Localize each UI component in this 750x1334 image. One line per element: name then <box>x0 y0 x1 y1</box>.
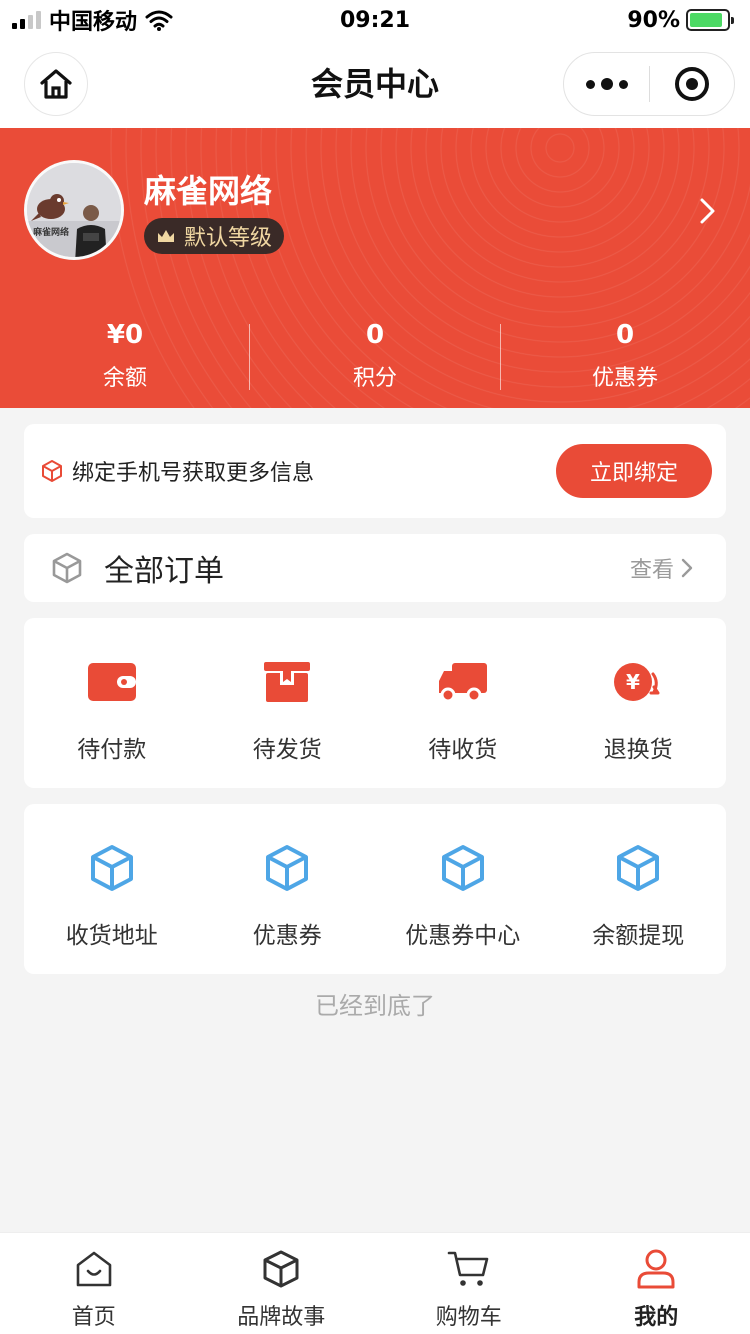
all-orders-row[interactable]: 全部订单 查看 <box>24 534 726 602</box>
service-address[interactable]: 收货地址 <box>24 804 200 974</box>
more-dot-icon <box>585 79 595 89</box>
battery-percent: 90% <box>627 7 680 33</box>
service-coupons[interactable]: 优惠券 <box>200 804 376 974</box>
cube-icon <box>610 840 666 896</box>
avatar[interactable]: 麻雀网络 <box>24 160 124 260</box>
services-grid: 收货地址 优惠券 优惠券中心 余额提现 <box>24 804 726 974</box>
truck-icon <box>435 654 491 710</box>
cube-icon <box>42 460 62 482</box>
all-orders-title: 全部订单 <box>50 534 224 602</box>
bind-phone-text: 绑定手机号获取更多信息 <box>72 461 315 486</box>
stat-points[interactable]: 0 积分 <box>250 318 500 394</box>
stat-label: 积分 <box>352 366 397 391</box>
stat-value: 0 <box>615 320 635 350</box>
stat-value: 0 <box>365 320 385 350</box>
home-icon <box>40 69 72 99</box>
nav-bar: 会员中心 <box>0 40 750 128</box>
stat-value: ¥0 <box>106 320 144 350</box>
tab-label: 购物车 <box>435 1305 502 1330</box>
order-status-refund[interactable]: ¥ 退换货 <box>551 618 727 788</box>
cube-icon <box>435 840 491 896</box>
status-left: 中国移动 <box>12 4 173 36</box>
service-withdraw[interactable]: 余额提现 <box>551 804 727 974</box>
chevron-right-icon[interactable] <box>696 196 720 226</box>
stat-label: 余额 <box>102 366 147 391</box>
wifi-icon <box>145 10 173 31</box>
service-label: 余额提现 <box>592 923 685 949</box>
order-status-label: 待收货 <box>428 737 498 763</box>
order-status-label: 待发货 <box>252 737 322 763</box>
status-bar: 中国移动 09:21 90% <box>0 0 750 40</box>
service-coupon-center[interactable]: 优惠券中心 <box>375 804 551 974</box>
battery-icon <box>686 9 734 31</box>
status-right: 90% <box>627 7 734 33</box>
bind-phone-card: 绑定手机号获取更多信息 立即绑定 <box>24 424 726 518</box>
tab-brand-story[interactable]: 品牌故事 <box>188 1233 376 1333</box>
user-icon <box>634 1247 678 1291</box>
cube-icon <box>259 840 315 896</box>
tab-label: 品牌故事 <box>237 1305 326 1330</box>
svg-text:¥: ¥ <box>626 670 640 694</box>
carrier-name: 中国移动 <box>49 10 138 35</box>
service-label: 收货地址 <box>65 923 158 949</box>
user-name: 麻雀网络 <box>144 172 273 210</box>
tab-label: 首页 <box>71 1305 116 1330</box>
box-icon <box>259 654 315 710</box>
stat-coupons[interactable]: 0 优惠券 <box>500 318 750 394</box>
cart-icon <box>447 1247 491 1291</box>
member-header: 麻雀网络 麻雀网络 默认等级 ¥0 余额 0 积分 0 优惠券 <box>0 128 750 408</box>
cube-icon <box>84 840 140 896</box>
tab-bar: 首页 品牌故事 购物车 我的 <box>0 1232 750 1334</box>
stat-balance[interactable]: ¥0 余额 <box>0 318 250 394</box>
service-label: 优惠券 <box>252 923 322 949</box>
stat-label: 优惠券 <box>591 366 658 391</box>
close-button[interactable] <box>650 52 734 116</box>
member-level-badge[interactable]: 默认等级 <box>144 218 285 254</box>
cube-icon <box>259 1247 303 1291</box>
member-level-label: 默认等级 <box>184 226 273 251</box>
service-label: 优惠券中心 <box>405 923 521 949</box>
order-status-label: 待付款 <box>77 737 147 763</box>
home-button[interactable] <box>24 52 88 116</box>
home-icon <box>72 1247 116 1291</box>
tab-home[interactable]: 首页 <box>0 1233 188 1333</box>
target-icon <box>674 67 709 101</box>
all-orders-label: 全部订单 <box>104 554 224 589</box>
avatar-image: 麻雀网络 <box>27 163 121 257</box>
end-of-list-text: 已经到底了 <box>315 992 435 1020</box>
stat-divider <box>249 324 250 390</box>
cube-icon <box>52 552 82 584</box>
order-status-label: 退换货 <box>603 737 673 763</box>
mini-program-capsule <box>563 52 735 116</box>
tab-cart[interactable]: 购物车 <box>375 1233 563 1333</box>
avatar-logo-text: 麻雀网络 <box>32 226 69 238</box>
bind-now-button[interactable]: 立即绑定 <box>556 444 712 498</box>
more-button[interactable] <box>564 52 649 116</box>
view-orders-link[interactable]: 查看 <box>630 534 694 602</box>
order-status-pending-payment[interactable]: 待付款 <box>24 618 200 788</box>
more-dot-icon <box>600 78 613 90</box>
view-orders-label: 查看 <box>630 558 675 583</box>
chevron-right-icon <box>681 558 693 578</box>
order-status-pending-receipt[interactable]: 待收货 <box>375 618 551 788</box>
member-stats: ¥0 余额 0 积分 0 优惠券 <box>0 318 750 394</box>
tab-label: 我的 <box>634 1305 679 1330</box>
crown-icon <box>158 230 174 242</box>
wallet-icon <box>84 654 140 710</box>
refund-icon: ¥ <box>610 654 666 710</box>
more-dot-icon <box>618 79 628 89</box>
signal-icon <box>12 11 41 29</box>
tab-mine[interactable]: 我的 <box>563 1233 750 1333</box>
order-status-pending-shipment[interactable]: 待发货 <box>200 618 376 788</box>
stat-divider <box>500 324 501 390</box>
order-status-grid: 待付款 待发货 待收货 ¥ 退换货 <box>24 618 726 788</box>
bind-phone-prompt: 绑定手机号获取更多信息 <box>40 424 314 518</box>
